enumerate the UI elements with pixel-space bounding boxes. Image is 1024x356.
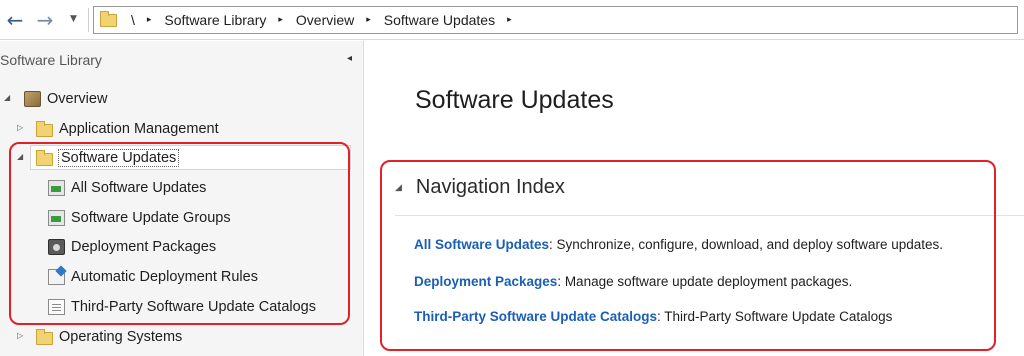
nav-index-description: : Synchronize, configure, download, and …	[549, 237, 944, 252]
pane-title: Software Library	[0, 52, 102, 68]
breadcrumb-separator-icon[interactable]: ▸	[147, 15, 152, 25]
forward-arrow-icon[interactable]: →	[32, 8, 58, 32]
software-update-group-icon	[48, 210, 65, 226]
catalog-icon	[48, 299, 65, 315]
collapse-pane-icon[interactable]: ◂	[347, 53, 352, 64]
folder-icon	[36, 328, 53, 345]
tree-item-operating-systems[interactable]: Operating Systems	[36, 324, 182, 350]
tree-item-label: Application Management	[59, 121, 219, 137]
tree-item-all-software-updates[interactable]: All Software Updates	[48, 175, 206, 201]
address-bar[interactable]: \ ▸ Software Library ▸ Overview ▸ Softwa…	[93, 6, 1018, 34]
tree-item-application-management[interactable]: Application Management	[36, 116, 219, 142]
breadcrumb-overview[interactable]: Overview	[296, 12, 354, 28]
nav-index-item: Third-Party Software Update Catalogs: Th…	[414, 309, 892, 324]
tree-item-label: Deployment Packages	[71, 239, 217, 255]
tree-item-third-party-catalogs[interactable]: Third-Party Software Update Catalogs	[48, 294, 316, 320]
section-divider	[395, 215, 1024, 216]
tree-item-software-updates[interactable]: Software Updates	[36, 145, 180, 171]
expanded-triangle-icon[interactable]: ◢	[4, 93, 10, 102]
breadcrumb-root[interactable]: \	[131, 12, 135, 28]
breadcrumb-separator-icon[interactable]: ▸	[507, 15, 512, 25]
folder-icon	[36, 120, 53, 137]
breadcrumb-software-library[interactable]: Software Library	[164, 12, 266, 28]
tree-item-label: Third-Party Software Update Catalogs	[71, 299, 316, 315]
nav-index-item: All Software Updates: Synchronize, confi…	[414, 237, 943, 252]
back-arrow-icon[interactable]: ←	[2, 8, 28, 32]
collapsed-triangle-icon[interactable]: ▷	[17, 123, 23, 132]
tree-item-label: Automatic Deployment Rules	[71, 269, 258, 285]
link-third-party-catalogs[interactable]: Third-Party Software Update Catalogs	[414, 309, 657, 324]
deployment-package-icon	[48, 239, 65, 255]
toolbar-divider	[88, 8, 89, 32]
deployment-rule-icon	[48, 269, 65, 285]
section-title: Navigation Index	[415, 176, 565, 198]
link-all-software-updates[interactable]: All Software Updates	[414, 237, 549, 252]
expanded-triangle-icon[interactable]: ◢	[395, 183, 402, 193]
folder-icon	[36, 149, 53, 166]
expanded-triangle-icon[interactable]: ◢	[17, 152, 23, 161]
navigation-pane: Software Library ◂ ◢ Overview ▷ Applicat…	[0, 41, 364, 356]
folder-icon	[100, 10, 117, 27]
link-deployment-packages[interactable]: Deployment Packages	[414, 274, 557, 289]
page-title: Software Updates	[415, 86, 614, 114]
tree-item-deployment-packages[interactable]: Deployment Packages	[48, 234, 216, 260]
tree-item-label: Software Update Groups	[71, 210, 231, 226]
tree-item-label: Software Updates	[57, 149, 180, 167]
tree-item-label: All Software Updates	[71, 180, 207, 196]
collapsed-triangle-icon[interactable]: ▷	[17, 331, 23, 340]
overview-icon	[24, 91, 41, 107]
tree-item-label: Operating Systems	[59, 329, 183, 345]
tree-item-software-update-groups[interactable]: Software Update Groups	[48, 205, 231, 231]
breadcrumb-software-updates[interactable]: Software Updates	[384, 12, 495, 28]
nav-index-description: : Manage software update deployment pack…	[557, 274, 853, 289]
nav-index-description: : Third-Party Software Update Catalogs	[657, 309, 893, 324]
address-toolbar: ← → ▼ \ ▸ Software Library ▸ Overview ▸ …	[0, 0, 1024, 40]
content-pane: Software Updates ◢ Navigation Index All …	[365, 41, 1024, 356]
software-update-icon	[48, 180, 65, 196]
breadcrumb-separator-icon[interactable]: ▸	[278, 15, 283, 25]
tree-item-label: Overview	[47, 91, 108, 107]
navigation-index-header[interactable]: ◢ Navigation Index	[395, 176, 565, 199]
nav-index-item: Deployment Packages: Manage software upd…	[414, 274, 852, 289]
tree-item-overview[interactable]: Overview	[24, 86, 107, 112]
breadcrumb-separator-icon[interactable]: ▸	[366, 15, 371, 25]
history-dropdown-icon[interactable]: ▼	[70, 14, 77, 24]
tree-item-automatic-deployment-rules[interactable]: Automatic Deployment Rules	[48, 264, 258, 290]
